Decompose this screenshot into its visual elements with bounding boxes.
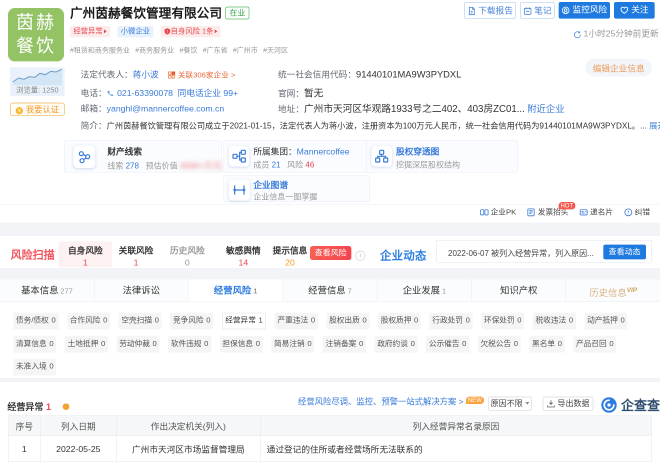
svg-text:¥: ¥ (18, 108, 21, 114)
svg-text:!: ! (167, 29, 168, 34)
